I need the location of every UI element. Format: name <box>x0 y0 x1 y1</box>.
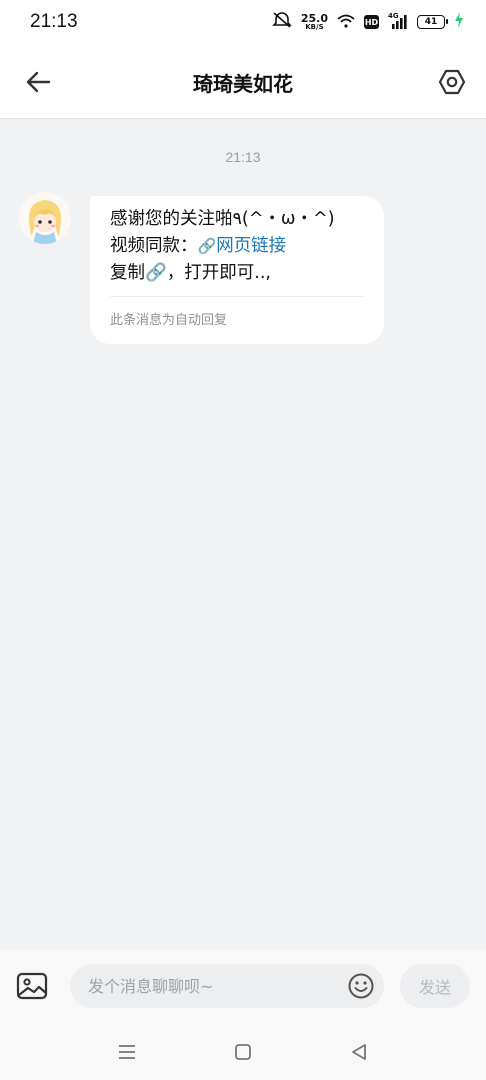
back-nav-button[interactable] <box>345 1038 373 1066</box>
status-time: 21:13 <box>30 11 78 32</box>
charging-icon <box>454 12 464 32</box>
message-line-2: 视频同款：🔗网页链接 <box>110 233 364 260</box>
net-speed: 25.0 KB/S <box>301 13 328 31</box>
chat-screen: 21:13 25.0 KB/S HD 4G 41 琦琦美如花 21:13 感谢您… <box>0 0 486 1080</box>
settings-button[interactable] <box>434 64 470 100</box>
wifi-icon <box>337 13 355 32</box>
status-icons: 25.0 KB/S HD 4G 41 <box>271 12 464 32</box>
status-bar: 21:13 25.0 KB/S HD 4G 41 <box>0 0 486 44</box>
web-link[interactable]: 🔗网页链接 <box>198 236 287 256</box>
image-button[interactable] <box>16 970 48 1002</box>
battery-icon: 41 <box>417 15 448 29</box>
home-button[interactable] <box>229 1038 257 1066</box>
back-triangle-icon <box>352 1044 366 1060</box>
image-icon <box>16 972 48 1000</box>
input-bar: 发送 <box>0 950 486 1024</box>
mute-icon <box>271 12 292 32</box>
message-line-3: 复制🔗，打开即可.., <box>110 263 271 283</box>
hd-badge: HD <box>364 15 379 29</box>
send-button[interactable]: 发送 <box>400 964 470 1008</box>
message-line-1: 感谢您的关注啪٩(^・ω・^) <box>110 209 335 229</box>
page-title: 琦琦美如花 <box>193 72 293 96</box>
bubble-divider <box>110 296 364 297</box>
link-icon: 🔗 <box>197 237 217 255</box>
chat-header: 琦琦美如花 <box>0 44 486 119</box>
auto-reply-note: 此条消息为自动回复 <box>110 313 228 328</box>
emoji-button[interactable] <box>347 972 375 1000</box>
system-nav-bar <box>0 1024 486 1080</box>
hexagon-settings-icon <box>438 69 466 95</box>
message-timestamp: 21:13 <box>225 149 261 165</box>
avatar[interactable] <box>19 192 71 244</box>
web-link-label: 网页链接 <box>216 236 287 256</box>
message-line-2-prefix: 视频同款： <box>110 236 198 256</box>
net-speed-unit: KB/S <box>305 23 324 31</box>
signal-icon: 4G <box>388 12 408 30</box>
emoji-icon <box>348 973 374 999</box>
menu-icon <box>119 1045 135 1059</box>
message-bubble[interactable]: 感谢您的关注啪٩(^・ω・^) 视频同款：🔗网页链接 复制🔗，打开即可.., 此… <box>90 196 384 344</box>
recent-apps-button[interactable] <box>113 1038 141 1066</box>
message-input[interactable] <box>70 964 384 1008</box>
avatar-image <box>19 192 71 244</box>
home-square-icon <box>235 1044 251 1060</box>
battery-level: 41 <box>424 17 438 27</box>
